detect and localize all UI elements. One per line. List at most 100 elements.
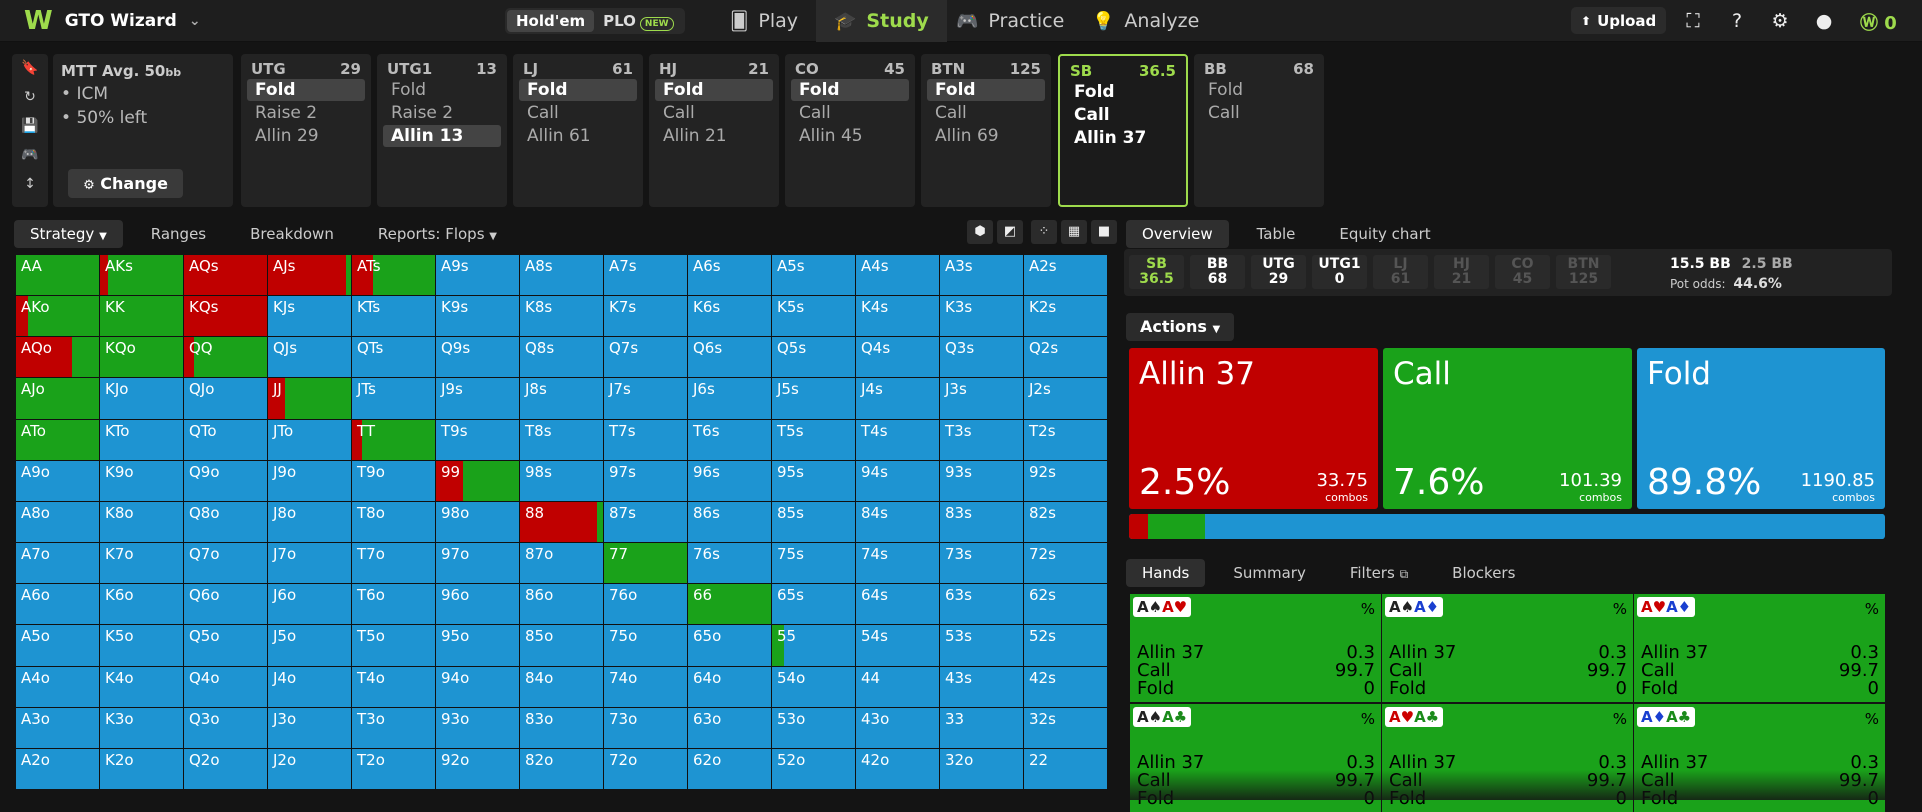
hand-cell-a3o[interactable]: A3o xyxy=(16,707,99,748)
position-utg[interactable]: UTG 29 Fold Raise 2 Allin 29 xyxy=(241,54,371,207)
tab-hands[interactable]: Hands xyxy=(1126,559,1206,587)
tab-summary[interactable]: Summary xyxy=(1217,559,1322,587)
hand-cell-62s[interactable]: 62s xyxy=(1024,584,1107,625)
tab-ranges[interactable]: Ranges xyxy=(135,220,222,248)
hand-cell-k3s[interactable]: K3s xyxy=(940,296,1023,337)
hand-cell-t6o[interactable]: T6o xyxy=(352,584,435,625)
hand-cell-j4o[interactable]: J4o xyxy=(268,666,351,707)
hand-cell-j2o[interactable]: J2o xyxy=(268,748,351,789)
position-action[interactable]: Allin 29 xyxy=(247,125,365,147)
hand-cell-t7s[interactable]: T7s xyxy=(604,419,687,460)
tab-reports-flops[interactable]: Reports: Flops ▼ xyxy=(362,220,513,248)
hand-cell-94o[interactable]: 94o xyxy=(436,666,519,707)
hand-cell-t8o[interactable]: T8o xyxy=(352,501,435,543)
hand-cell-66[interactable]: 66 xyxy=(688,584,771,625)
action-box-call[interactable]: Call 7.6% 101.39 combos xyxy=(1383,348,1632,509)
hand-cell-j7o[interactable]: J7o xyxy=(268,543,351,584)
hand-cell-43o[interactable]: 43o xyxy=(856,707,939,748)
strip-position-co[interactable]: CO 45 xyxy=(1495,255,1550,289)
hand-cell-86s[interactable]: 86s xyxy=(688,501,771,543)
hand-cell-k6o[interactable]: K6o xyxy=(100,584,183,625)
hand-cell-64s[interactable]: 64s xyxy=(856,584,939,625)
hand-cell-83o[interactable]: 83o xyxy=(520,707,603,748)
hand-cell-92s[interactable]: 92s xyxy=(1024,460,1107,501)
hand-cell-k6s[interactable]: K6s xyxy=(688,296,771,337)
strip-position-bb[interactable]: BB 68 xyxy=(1190,255,1245,289)
hand-cell-53s[interactable]: 53s xyxy=(940,625,1023,666)
hand-cell-75o[interactable]: 75o xyxy=(604,625,687,666)
nav-analyze[interactable]: 💡 Analyze xyxy=(1074,0,1217,42)
hand-cell-kto[interactable]: KTo xyxy=(100,419,183,460)
position-action[interactable]: Allin 21 xyxy=(655,125,773,147)
hand-cell-kk[interactable]: KK xyxy=(100,296,183,337)
hand-cell-jj[interactable]: JJ xyxy=(268,378,351,419)
hand-cell-kqo[interactable]: KQo xyxy=(100,337,183,378)
hand-cell-53o[interactable]: 53o xyxy=(772,707,855,748)
chevron-down-icon[interactable]: ⌄ xyxy=(189,13,201,29)
hand-cell-q6o[interactable]: Q6o xyxy=(184,584,267,625)
cube-icon[interactable]: ⬢ xyxy=(967,220,993,244)
hand-cell-84s[interactable]: 84s xyxy=(856,501,939,543)
position-utg1[interactable]: UTG1 13 Fold Raise 2 Allin 13 xyxy=(377,54,507,207)
hand-cell-q2s[interactable]: Q2s xyxy=(1024,337,1107,378)
actions-dropdown[interactable]: Actions ▼ xyxy=(1126,313,1235,341)
position-action[interactable]: Fold xyxy=(519,79,637,101)
hand-cell-j5s[interactable]: J5s xyxy=(772,378,855,419)
hand-cell-65s[interactable]: 65s xyxy=(772,584,855,625)
hand-cell-72o[interactable]: 72o xyxy=(604,748,687,789)
hand-cell-q9s[interactable]: Q9s xyxy=(436,337,519,378)
contrast-icon[interactable]: ◩ xyxy=(997,220,1023,244)
hand-cell-k2s[interactable]: K2s xyxy=(1024,296,1107,337)
hand-cell-72s[interactable]: 72s xyxy=(1024,543,1107,584)
tab-table[interactable]: Table xyxy=(1241,220,1312,248)
hand-cell-74o[interactable]: 74o xyxy=(604,666,687,707)
hand-cell-97o[interactable]: 97o xyxy=(436,543,519,584)
hand-cell-q8o[interactable]: Q8o xyxy=(184,501,267,543)
tab-filters[interactable]: Filters ⧉ xyxy=(1334,559,1424,587)
hand-cell-j6s[interactable]: J6s xyxy=(688,378,771,419)
upload-button[interactable]: ⬆ Upload xyxy=(1571,7,1667,34)
hand-cell-q7o[interactable]: Q7o xyxy=(184,543,267,584)
position-action[interactable]: Call xyxy=(519,102,637,124)
hand-cell-43s[interactable]: 43s xyxy=(940,666,1023,707)
hand-cell-k4s[interactable]: K4s xyxy=(856,296,939,337)
hand-cell-85s[interactable]: 85s xyxy=(772,501,855,543)
position-action[interactable]: Fold xyxy=(791,79,909,101)
compact-icon[interactable]: ⁘ xyxy=(1031,220,1057,244)
hand-card[interactable]: A♠A♦% Allin 37 0.3 Call 99.7 Fold 0 xyxy=(1382,594,1633,702)
hand-cell-87o[interactable]: 87o xyxy=(520,543,603,584)
hand-cell-ajo[interactable]: AJo xyxy=(16,378,99,419)
hand-cell-63s[interactable]: 63s xyxy=(940,584,1023,625)
hand-cell-a6s[interactable]: A6s xyxy=(688,255,771,296)
credits-display[interactable]: Ⓦ 0 xyxy=(1860,9,1897,35)
nav-study[interactable]: 🎓 Study xyxy=(816,0,947,42)
strip-position-btn[interactable]: BTN 125 xyxy=(1556,255,1611,289)
hand-cell-k5s[interactable]: K5s xyxy=(772,296,855,337)
hand-cell-kjs[interactable]: KJs xyxy=(268,296,351,337)
hand-cell-a7s[interactable]: A7s xyxy=(604,255,687,296)
hand-cell-j2s[interactable]: J2s xyxy=(1024,378,1107,419)
hand-cell-t2o[interactable]: T2o xyxy=(352,748,435,789)
hand-cell-qq[interactable]: QQ xyxy=(184,337,267,378)
hand-cell-22[interactable]: 22 xyxy=(1024,748,1107,789)
hand-cell-t5s[interactable]: T5s xyxy=(772,419,855,460)
nav-play[interactable]: 🂠 Play xyxy=(712,0,816,42)
position-sb[interactable]: SB 36.5 Fold Call Allin 37 xyxy=(1058,54,1188,207)
hand-cell-44[interactable]: 44 xyxy=(856,666,939,707)
hand-cell-kjo[interactable]: KJo xyxy=(100,378,183,419)
hand-cell-93o[interactable]: 93o xyxy=(436,707,519,748)
hand-cell-t7o[interactable]: T7o xyxy=(352,543,435,584)
position-bb[interactable]: BB 68 Fold Call xyxy=(1194,54,1324,207)
hand-cell-a3s[interactable]: A3s xyxy=(940,255,1023,296)
hand-cell-q6s[interactable]: Q6s xyxy=(688,337,771,378)
position-action[interactable]: Fold xyxy=(927,79,1045,101)
hand-cell-t4s[interactable]: T4s xyxy=(856,419,939,460)
hand-cell-qts[interactable]: QTs xyxy=(352,337,435,378)
strip-position-sb[interactable]: SB 36.5 xyxy=(1129,255,1184,289)
position-action[interactable]: Call xyxy=(791,102,909,124)
position-action[interactable]: Call xyxy=(655,102,773,124)
hand-cell-j4s[interactable]: J4s xyxy=(856,378,939,419)
hand-cell-t3s[interactable]: T3s xyxy=(940,419,1023,460)
hand-cell-k7o[interactable]: K7o xyxy=(100,543,183,584)
hand-cell-j5o[interactable]: J5o xyxy=(268,625,351,666)
